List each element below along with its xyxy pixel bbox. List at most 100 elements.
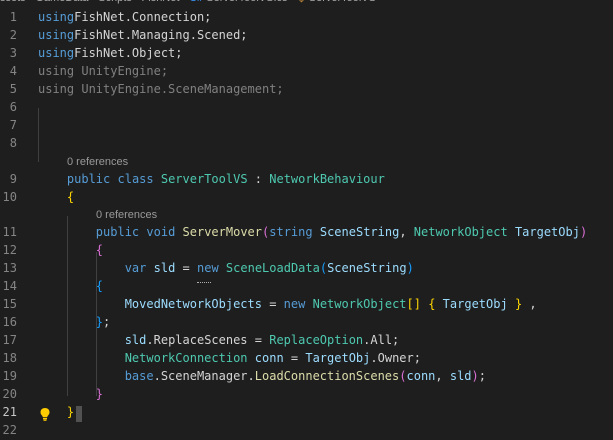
code-line[interactable]: 7	[0, 116, 613, 134]
code-line[interactable]: 1 usingFishNet.Connection;	[0, 8, 613, 26]
code-token: ;	[103, 315, 111, 329]
code-line[interactable]: 14 {	[0, 277, 613, 295]
code-token: )	[406, 261, 414, 275]
line-number: 17	[2, 333, 17, 347]
code-token: new	[283, 297, 306, 311]
code-token: }	[95, 387, 104, 401]
line-number: 21	[2, 405, 17, 419]
code-token: =	[175, 261, 197, 275]
code-line[interactable]: 8	[0, 134, 613, 152]
code-line[interactable]: 6	[0, 98, 613, 116]
code-text: public void ServerMover(string SceneStri…	[38, 223, 587, 241]
code-token: NetworkObject	[312, 297, 407, 311]
codelens-class-references[interactable]: 0 references	[67, 153, 128, 171]
line-number: 15	[2, 297, 17, 311]
code-text: usingFishNet.Object;	[38, 44, 183, 62]
code-token: using UnityEngine.SceneManagement;	[38, 82, 284, 96]
code-token: ,	[399, 225, 414, 239]
code-token: sld	[153, 261, 176, 275]
line-number: 22	[2, 423, 17, 437]
code-text: usingFishNet.Managing.Scened;	[38, 26, 248, 44]
code-token: =	[261, 297, 284, 311]
code-text: }	[38, 385, 103, 403]
code-line[interactable]: 2 usingFishNet.Managing.Scened;	[0, 26, 613, 44]
code-token: .All;	[363, 333, 400, 347]
line-number: 6	[9, 100, 17, 114]
code-token: FishNet.Managing.Scened;	[74, 28, 248, 42]
code-line[interactable]: 9 public class ServerToolVS : NetworkBeh…	[0, 170, 613, 188]
code-line[interactable]: 22	[0, 421, 613, 439]
code-line[interactable]: 12 {	[0, 241, 613, 259]
code-token: NetworkBehaviour	[269, 172, 385, 186]
code-token: :	[247, 172, 270, 186]
code-token: using UnityEngine;	[38, 64, 169, 78]
code-text: NetworkConnection conn = TargetObj.Owner…	[38, 349, 421, 367]
code-line[interactable]: 13 var sld = new SceneLoadData(SceneStri…	[0, 259, 613, 277]
code-token: sld	[449, 369, 472, 383]
code-token: ,	[522, 297, 537, 311]
code-line[interactable]: 10 {	[0, 188, 613, 206]
code-line[interactable]: 17 sld.ReplaceScenes = ReplaceOption.All…	[0, 331, 613, 349]
code-line[interactable]: 18 NetworkConnection conn = TargetObj.Ow…	[0, 349, 613, 367]
code-line[interactable]: 4 using UnityEngine;	[0, 62, 613, 80]
code-token: SceneString	[319, 225, 400, 239]
code-token: {	[66, 190, 75, 204]
code-token: public	[66, 172, 111, 186]
code-text: using UnityEngine.SceneManagement;	[38, 80, 284, 98]
code-text: base.SceneManager.LoadConnectionScenes(c…	[38, 367, 486, 385]
code-token: using	[38, 10, 75, 24]
code-text: var sld = new SceneLoadData(SceneString)	[38, 259, 414, 277]
code-token: NetworkConnection	[124, 351, 248, 365]
code-line[interactable]: 15 MovedNetworkObjects = new NetworkObje…	[0, 295, 613, 313]
code-token: var	[124, 261, 147, 275]
code-line[interactable]: 19 base.SceneManager.LoadConnectionScene…	[0, 367, 613, 385]
codelens-method-references[interactable]: 0 references	[96, 206, 157, 224]
code-token: (	[319, 261, 328, 275]
code-token: {	[95, 279, 104, 293]
code-line[interactable]: 16 };	[0, 313, 613, 331]
code-text: }	[38, 403, 74, 421]
code-token: void	[146, 225, 176, 239]
code-token: base	[124, 369, 154, 383]
code-line[interactable]: 3 usingFishNet.Object;	[0, 44, 613, 62]
code-token: string	[269, 225, 313, 239]
line-number: 18	[2, 351, 17, 365]
code-token: new	[197, 261, 219, 275]
code-token: TargetObj	[514, 225, 580, 239]
code-token: NetworkObject	[413, 225, 508, 239]
line-number: 1	[9, 10, 17, 24]
code-line[interactable]: 21 }	[0, 403, 613, 421]
code-line[interactable]: 20 }	[0, 385, 613, 403]
line-number: 3	[9, 46, 17, 60]
code-line[interactable]: 11 public void ServerMover(string SceneS…	[0, 223, 613, 241]
code-line[interactable]: 5 using UnityEngine.SceneManagement;	[0, 80, 613, 98]
code-token: FishNet.Object;	[74, 46, 183, 60]
line-number: 8	[9, 136, 17, 150]
line-number: 10	[2, 190, 17, 204]
code-text: {	[38, 188, 74, 206]
code-token: ReplaceOption	[269, 333, 364, 347]
code-text: usingFishNet.Connection;	[38, 8, 211, 26]
code-editor[interactable]: 0 references 0 references 1 usingFishNet.…	[0, 0, 613, 440]
code-token: }	[95, 315, 104, 329]
code-token: LoadConnectionScenes	[254, 369, 400, 383]
code-text: public class ServerToolVS : NetworkBehav…	[38, 170, 385, 188]
code-token: sld	[124, 333, 147, 347]
code-text: {	[38, 241, 103, 259]
code-text: sld.ReplaceScenes = ReplaceOption.All;	[38, 331, 400, 349]
code-token: ,	[435, 369, 450, 383]
line-number: 14	[2, 279, 17, 293]
code-token: {	[95, 243, 104, 257]
code-token: =	[283, 351, 306, 365]
